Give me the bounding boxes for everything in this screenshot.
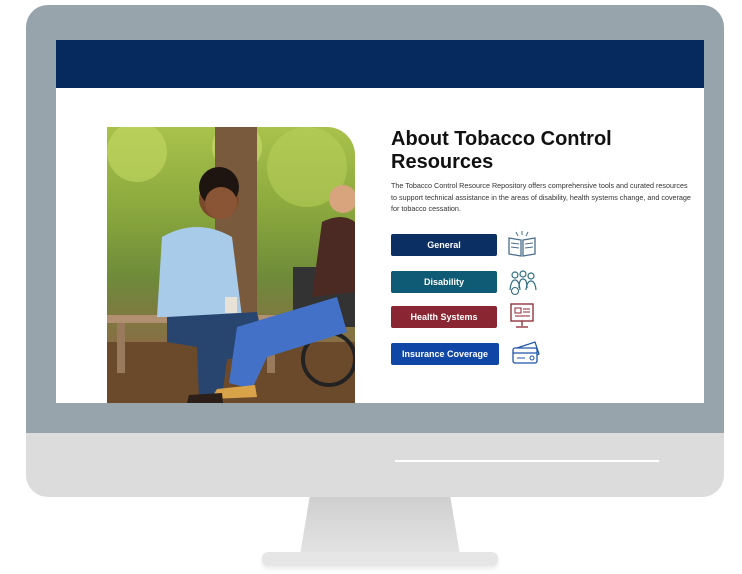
page-description: The Tobacco Control Resource Repository …	[391, 181, 691, 213]
insurance-coverage-button[interactable]: Insurance Coverage	[391, 343, 499, 365]
hero-photo	[107, 127, 355, 403]
screen: About Tobacco Control Resources The Toba…	[56, 40, 704, 403]
insurance-card-icon	[510, 339, 542, 367]
page-title: About Tobacco Control Resources	[391, 128, 612, 173]
computer-monitor-icon	[506, 302, 538, 330]
general-button[interactable]: General	[391, 234, 497, 256]
monitor-stand-base	[262, 552, 498, 566]
monitor-chin	[26, 433, 724, 497]
people-group-icon	[506, 268, 538, 296]
monitor-chin-highlight	[395, 460, 659, 462]
monitor-stand-neck	[300, 497, 460, 555]
open-book-icon	[506, 230, 538, 258]
health-systems-button[interactable]: Health Systems	[391, 306, 497, 328]
site-header-bar	[56, 40, 704, 88]
disability-button[interactable]: Disability	[391, 271, 497, 293]
